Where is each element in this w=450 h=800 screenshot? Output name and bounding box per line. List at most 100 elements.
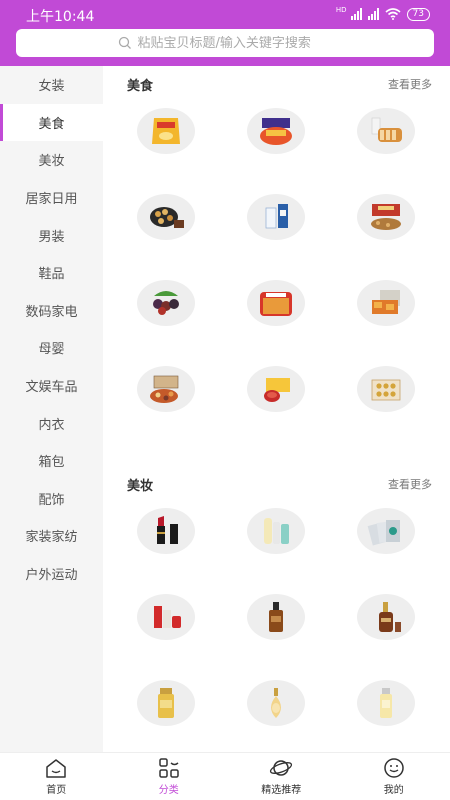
sunscreen-bottle-icon xyxy=(158,688,174,718)
tab-label: 分类 xyxy=(158,785,179,796)
sidebar-item-men[interactable]: 男装 xyxy=(0,216,103,254)
status-icons: HD 73 xyxy=(336,6,430,22)
product-item[interactable] xyxy=(331,500,441,586)
see-more-link[interactable]: 查看更多 xyxy=(388,476,432,492)
sidebar-item-shoes[interactable]: 鞋品 xyxy=(0,254,103,292)
sidebar-item-label: 数码家电 xyxy=(25,304,78,320)
skincare-tubes-icon xyxy=(264,518,289,544)
tab-home[interactable]: 首页 xyxy=(0,753,113,800)
product-item[interactable] xyxy=(221,586,331,672)
sidebar-item-label: 美妆 xyxy=(38,154,65,170)
category-icon xyxy=(159,758,179,778)
battery-icon: 73 xyxy=(406,7,430,21)
product-item[interactable] xyxy=(111,100,221,186)
sidebar-item-label: 户外运动 xyxy=(25,568,78,584)
product-item[interactable] xyxy=(111,500,221,586)
tab-mine[interactable]: 我的 xyxy=(338,753,450,800)
product-item[interactable] xyxy=(331,672,441,752)
section-title: 美妆 xyxy=(127,479,154,494)
product-item[interactable] xyxy=(221,672,331,752)
product-item[interactable] xyxy=(331,272,441,358)
tab-featured[interactable]: 精选推荐 xyxy=(225,753,338,800)
category-sidebar: 女装 美食 美妆 居家日用 男装 鞋品 数码家电 母婴 文娱车品 内衣 箱包 配… xyxy=(0,66,103,752)
smile-face-icon xyxy=(384,758,404,778)
product-item[interactable] xyxy=(111,672,221,752)
face-mask-icon xyxy=(367,520,400,546)
perfume-bottle-icon xyxy=(271,688,281,718)
toner-bottle-icon xyxy=(380,688,392,718)
sidebar-item-bags[interactable]: 箱包 xyxy=(0,442,103,480)
spicy-snack-tray-icon xyxy=(260,292,292,316)
nut-gift-box-icon xyxy=(371,204,401,230)
sidebar-item-label: 箱包 xyxy=(38,455,65,471)
chips-bag-icon xyxy=(152,118,180,144)
search-icon xyxy=(118,36,131,49)
signal-icon xyxy=(350,8,362,20)
sidebar-item-underwear[interactable]: 内衣 xyxy=(0,404,103,442)
signal-icon xyxy=(367,8,379,20)
status-time: 上午10:44 xyxy=(26,9,95,25)
bread-milk-icon xyxy=(371,117,402,142)
product-item[interactable] xyxy=(221,186,331,272)
section-title: 美食 xyxy=(127,79,154,94)
sidebar-item-baby[interactable]: 母婴 xyxy=(0,329,103,367)
planet-icon xyxy=(270,760,293,776)
product-item[interactable] xyxy=(331,186,441,272)
search-box[interactable] xyxy=(16,29,434,57)
sidebar-item-beauty[interactable]: 美妆 xyxy=(0,141,103,179)
section-beauty: 美妆 查看更多 xyxy=(103,466,450,752)
product-item[interactable] xyxy=(111,272,221,358)
sidebar-item-food[interactable]: 美食 xyxy=(0,103,103,142)
sidebar-item-women[interactable]: 女装 xyxy=(0,66,103,104)
tab-label: 我的 xyxy=(383,785,404,796)
product-grid xyxy=(103,500,450,752)
skincare-set-icon xyxy=(154,606,181,628)
dried-fruit-icon xyxy=(153,291,179,315)
essence-bottle-icon xyxy=(379,602,401,632)
sidebar-item-home-textiles[interactable]: 家装家纺 xyxy=(0,517,103,555)
product-item[interactable] xyxy=(111,586,221,672)
snack-box-icon xyxy=(260,118,292,145)
product-item[interactable] xyxy=(221,500,331,586)
sidebar-item-label: 女装 xyxy=(38,79,65,95)
sidebar-item-accessories[interactable]: 配饰 xyxy=(0,480,103,518)
product-item[interactable] xyxy=(221,100,331,186)
home-icon xyxy=(46,759,66,778)
tab-category[interactable]: 分类 xyxy=(113,753,226,800)
product-item[interactable] xyxy=(331,100,441,186)
sidebar-item-outdoor[interactable]: 户外运动 xyxy=(0,555,103,593)
crispy-rice-icon xyxy=(372,290,400,314)
sidebar-item-label: 文娱车品 xyxy=(25,380,78,396)
tab-label: 精选推荐 xyxy=(261,785,302,796)
section-header: 美妆 查看更多 xyxy=(103,466,450,500)
product-item[interactable] xyxy=(221,272,331,358)
sidebar-item-label: 母婴 xyxy=(38,342,65,358)
wifi-icon xyxy=(385,8,401,20)
search-input[interactable] xyxy=(137,35,333,51)
see-more-link[interactable]: 查看更多 xyxy=(388,76,432,92)
milk-carton-icon xyxy=(265,204,288,229)
serum-bottle-icon xyxy=(269,602,283,632)
lipstick-icon xyxy=(157,516,178,544)
category-content: 美食 查看更多 美妆 查看更多 xyxy=(103,66,450,752)
product-item[interactable] xyxy=(221,358,331,444)
sidebar-item-label: 美食 xyxy=(38,116,65,132)
tab-label: 首页 xyxy=(46,785,67,796)
status-bar: 上午10:44 HD 73 xyxy=(0,0,450,28)
sidebar-item-label: 配饰 xyxy=(38,492,65,508)
bottom-tab-bar: 首页 分类 精选推荐 我的 xyxy=(0,752,450,800)
product-item[interactable] xyxy=(111,358,221,444)
product-item[interactable] xyxy=(331,358,441,444)
dried-fruit-box-icon xyxy=(150,375,179,403)
sidebar-item-electronics[interactable]: 数码家电 xyxy=(0,292,103,330)
sidebar-item-household[interactable]: 居家日用 xyxy=(0,179,103,217)
sidebar-item-label: 家装家纺 xyxy=(25,530,78,546)
mooncake-icon xyxy=(264,378,290,402)
sidebar-item-entertainment-auto[interactable]: 文娱车品 xyxy=(0,367,103,405)
product-item[interactable] xyxy=(331,586,441,672)
product-item[interactable] xyxy=(111,186,221,272)
header: 上午10:44 HD 73 xyxy=(0,0,450,66)
sidebar-item-label: 男装 xyxy=(38,229,65,245)
sidebar-item-label: 居家日用 xyxy=(25,192,78,208)
